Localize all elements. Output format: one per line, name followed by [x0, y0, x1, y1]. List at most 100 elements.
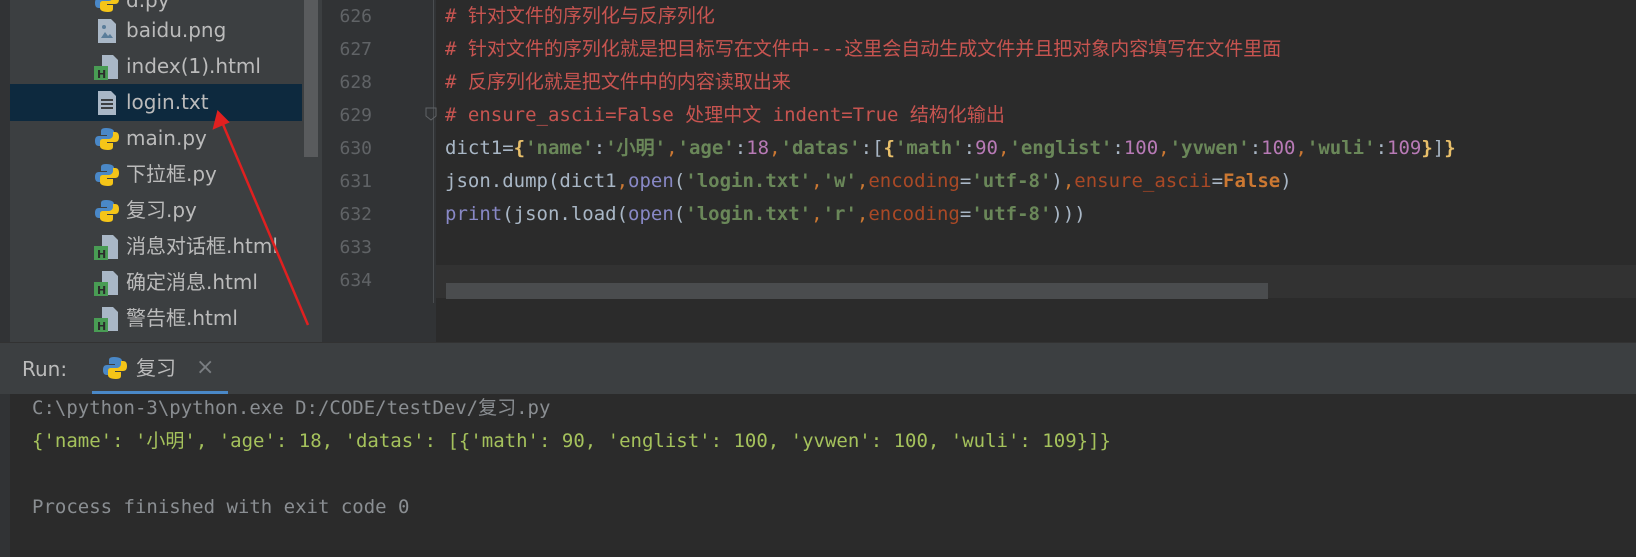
code-comment-line: # 针对文件的序列化与反序列化	[445, 5, 715, 27]
code-token: =	[502, 137, 514, 159]
close-icon[interactable]: ×	[196, 343, 214, 393]
code-token: }	[1421, 137, 1433, 159]
code-token: (	[673, 170, 686, 192]
project-tree-scrollbar-thumb[interactable]	[304, 0, 318, 157]
code-token: :	[1249, 137, 1262, 159]
code-token: json.dump(dict1	[445, 170, 617, 192]
code-token: 'datas'	[780, 137, 861, 159]
file-item-index-html[interactable]: H index(1).html	[10, 48, 310, 85]
code-token: ,	[666, 137, 678, 159]
code-token: ,	[1062, 170, 1075, 192]
code-line-631: json.dump(dict1,open('login.txt','w',enc…	[445, 165, 1292, 198]
line-number: 631	[339, 171, 372, 192]
file-item-label: 警告框.html	[126, 306, 238, 330]
run-console[interactable]: C:\python-3\python.exe D:/CODE/testDev/复…	[0, 394, 1636, 557]
project-tree-panel: d.py baidu.png H index(1).html login.txt…	[0, 0, 322, 342]
file-item-confirm-message-html[interactable]: H 确定消息.html	[10, 264, 310, 301]
code-token: 109	[1387, 137, 1422, 159]
code-token: 'utf-8'	[971, 203, 1052, 225]
code-comment-line: # ensure_ascii=False 处理中文 indent=True 结构…	[445, 104, 1005, 126]
file-item-label: index(1).html	[126, 54, 261, 78]
code-token: =	[959, 170, 972, 192]
console-exit-line: Process finished with exit code 0	[32, 496, 410, 518]
code-token: )))	[1051, 203, 1086, 225]
line-number: 626	[339, 6, 372, 27]
image-file-icon	[98, 19, 116, 43]
line-number: 634	[339, 270, 372, 291]
run-tool-window-header: Run: 复习 ×	[0, 342, 1636, 395]
console-command-line: C:\python-3\python.exe D:/CODE/testDev/复…	[32, 397, 551, 419]
file-item-message-dialog-html[interactable]: H 消息对话框.html	[10, 228, 310, 265]
code-token: :	[1112, 137, 1124, 159]
code-token: ,	[1295, 137, 1307, 159]
code-token: 'login.txt'	[685, 170, 812, 192]
code-token: open	[628, 203, 674, 225]
file-item-label: 复习.py	[126, 198, 197, 222]
code-token: )	[1280, 170, 1292, 192]
gutter-separator	[433, 0, 434, 303]
code-token: [	[872, 137, 884, 159]
code-token: dict1	[445, 137, 503, 159]
code-token: =	[959, 203, 972, 225]
console-output-line: {'name': '小明', 'age': 18, 'datas': [{'ma…	[32, 430, 1111, 452]
code-comment-line: # 针对文件的序列化就是把目标写在文件中---这里会自动生成文件并且把对象内容填…	[445, 38, 1282, 60]
code-token: )	[1051, 170, 1063, 192]
line-number: 632	[339, 204, 372, 225]
code-token: :	[963, 137, 976, 159]
line-number-gutter: 626 627 628 629 630 631 632 633 634	[322, 0, 436, 342]
code-token: ,	[856, 203, 869, 225]
code-token: :	[1375, 137, 1388, 159]
line-number: 629	[339, 105, 372, 126]
text-file-icon	[98, 91, 116, 115]
line-number: 628	[339, 72, 372, 93]
line-number: 633	[339, 237, 372, 258]
html-file-icon: H	[94, 271, 118, 296]
html-file-icon: H	[94, 55, 118, 80]
console-gutter	[0, 394, 10, 557]
file-item-login-txt[interactable]: login.txt	[10, 84, 310, 121]
run-tab-label: 复习	[136, 356, 176, 380]
python-file-icon	[95, 164, 119, 186]
code-token: False	[1223, 170, 1281, 192]
code-token: encoding	[868, 203, 960, 225]
code-token: 'englist'	[1009, 137, 1113, 159]
line-number: 627	[339, 39, 372, 60]
html-file-icon: H	[94, 307, 118, 332]
fold-marker-icon[interactable]	[425, 107, 437, 121]
code-token: ,	[997, 137, 1010, 159]
file-item-baidu-png[interactable]: baidu.png	[10, 12, 310, 49]
file-item-dropdown-py[interactable]: 下拉框.py	[10, 156, 310, 193]
code-token: open	[628, 170, 674, 192]
code-token: ]	[1432, 137, 1445, 159]
code-line-630: dict1={'name':'小明','age':18,'datas':[{'m…	[445, 132, 1456, 165]
code-token: ,	[811, 170, 823, 192]
run-tab-review[interactable]: 复习 ×	[92, 343, 228, 395]
code-editor[interactable]: 626 627 628 629 630 631 632 633 634 # 针对…	[322, 0, 1636, 342]
code-token: 'login.txt'	[685, 203, 812, 225]
file-item-alert-html[interactable]: H 警告框.html	[10, 300, 310, 337]
code-token: =	[1211, 170, 1224, 192]
code-token: ,	[1158, 137, 1170, 159]
svg-text:H: H	[97, 248, 106, 260]
code-token: :	[860, 137, 873, 159]
editor-horizontal-scrollbar[interactable]	[446, 283, 1268, 299]
code-token: 'r'	[822, 203, 857, 225]
file-item-label: baidu.png	[126, 18, 227, 42]
file-item-review-py[interactable]: 复习.py	[10, 192, 310, 229]
run-panel-label: Run:	[22, 357, 68, 381]
svg-text:H: H	[97, 68, 106, 80]
code-token: {	[883, 137, 895, 159]
code-token: (	[673, 203, 686, 225]
code-token: ,	[856, 170, 869, 192]
code-token: 'w'	[822, 170, 857, 192]
code-token: :	[593, 137, 606, 159]
code-token: (json.load(	[502, 203, 629, 225]
code-token: encoding	[868, 170, 960, 192]
svg-text:H: H	[97, 284, 106, 296]
code-token: 'math'	[894, 137, 964, 159]
file-item-main-py[interactable]: main.py	[10, 120, 310, 157]
code-token: '小明'	[605, 137, 667, 159]
code-line-632: print(json.load(open('login.txt','r',enc…	[445, 198, 1086, 231]
code-token: 'age'	[677, 137, 735, 159]
file-item-label: 消息对话框.html	[126, 234, 278, 258]
